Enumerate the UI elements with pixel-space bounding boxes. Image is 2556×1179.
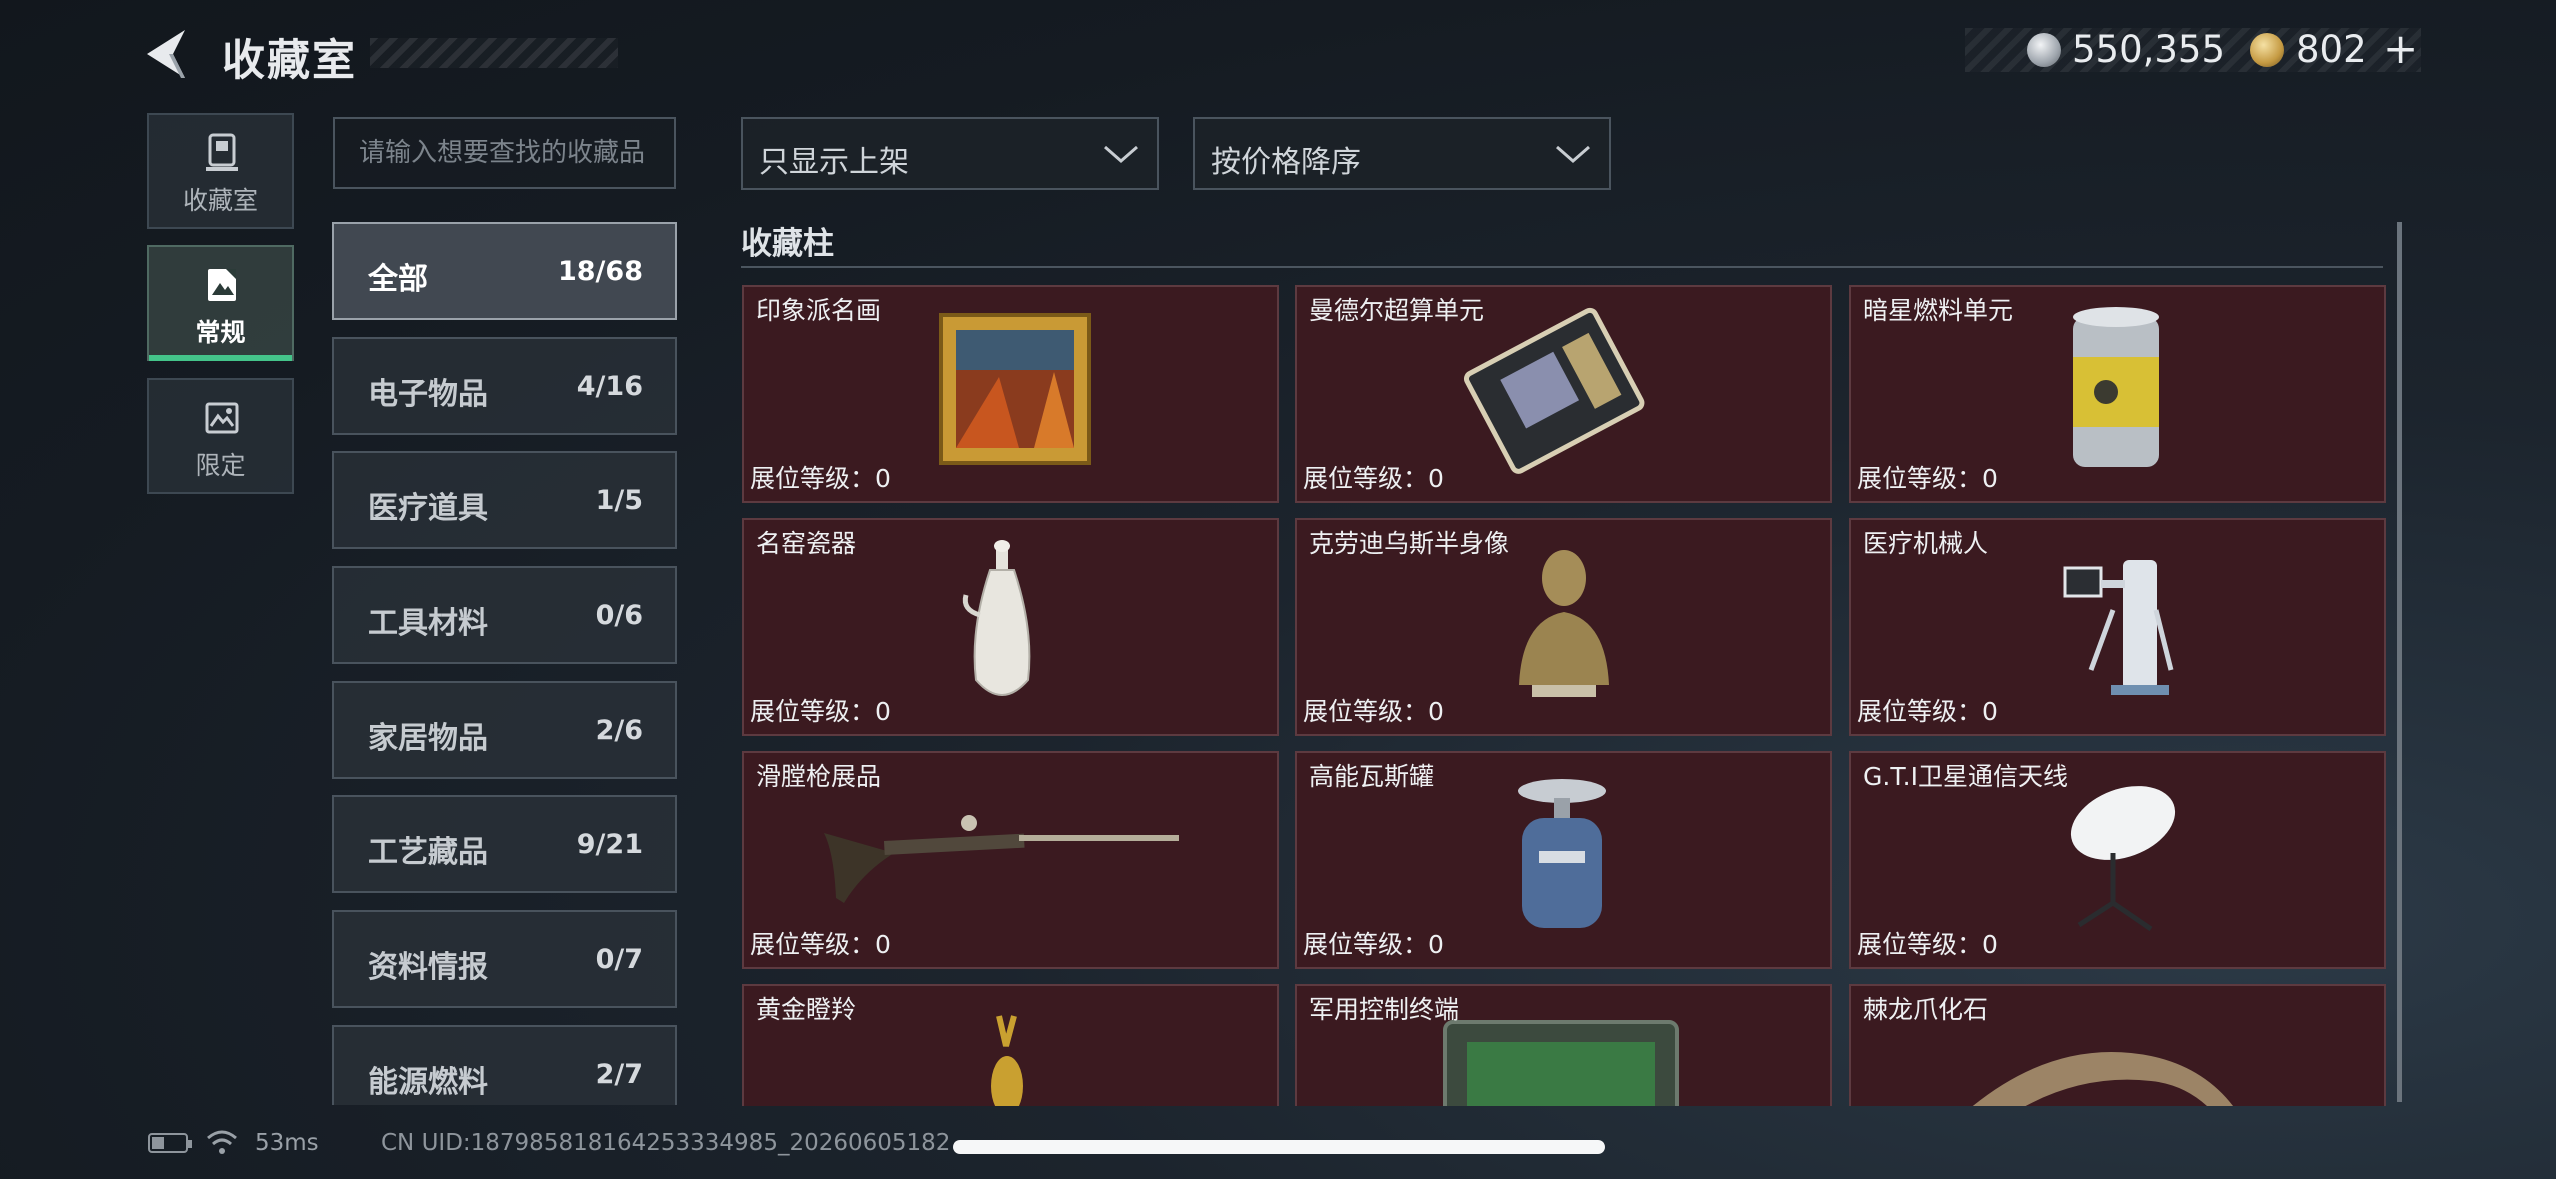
item-level: 展位等级：0 (1303, 930, 1444, 959)
scrollbar[interactable] (2397, 222, 2402, 1102)
category-name: 能源燃料 (368, 1065, 488, 1100)
divider (741, 266, 2383, 268)
category-count: 9/21 (576, 829, 643, 860)
category-name: 资料情报 (368, 950, 488, 985)
item-card[interactable]: 暗星燃料单元 展位等级：0 (1849, 285, 2386, 503)
item-name: 曼德尔超算单元 (1309, 296, 1485, 325)
item-name: G.T.I卫星通信天线 (1863, 762, 2068, 791)
sort-dropdown[interactable]: 按价格降序 (1193, 117, 1611, 190)
category-name: 医疗道具 (368, 491, 488, 526)
category-tools[interactable]: 工具材料 0/6 (332, 566, 677, 664)
chevron-down-icon (1556, 145, 1590, 163)
item-level: 展位等级：0 (750, 930, 891, 959)
category-count: 2/7 (595, 1059, 643, 1090)
category-count: 18/68 (557, 256, 643, 287)
item-name: 黄金瞪羚 (756, 995, 857, 1024)
category-electronics[interactable]: 电子物品 4/16 (332, 337, 677, 435)
item-card[interactable]: G.T.I卫星通信天线 展位等级：0 (1849, 751, 2386, 969)
item-card[interactable]: 高能瓦斯罐 展位等级：0 (1295, 751, 1832, 969)
item-name: 滑膛枪展品 (756, 762, 882, 791)
item-card[interactable]: 黄金瞪羚 (742, 984, 1279, 1106)
item-name: 医疗机械人 (1863, 529, 1989, 558)
item-card[interactable]: 印象派名画 展位等级：0 (742, 285, 1279, 503)
category-energy[interactable]: 能源燃料 2/7 (332, 1025, 677, 1105)
category-intel[interactable]: 资料情报 0/7 (332, 910, 677, 1008)
category-count: 0/6 (595, 600, 643, 631)
chevron-down-icon (1104, 145, 1138, 163)
category-list: 全部 18/68 电子物品 4/16 医疗道具 1/5 工具材料 0/6 家居物… (0, 0, 760, 1105)
wifi-icon (207, 1130, 237, 1154)
dropdown-value: 按价格降序 (1211, 145, 1361, 180)
category-medical[interactable]: 医疗道具 1/5 (332, 451, 677, 549)
dropdown-value: 只显示上架 (759, 145, 909, 180)
item-card[interactable]: 军用控制终端 (1295, 984, 1832, 1106)
item-card[interactable]: 医疗机械人 展位等级：0 (1849, 518, 2386, 736)
silver-balance: 550,355 (2072, 28, 2226, 71)
item-name: 印象派名画 (756, 296, 882, 325)
category-count: 4/16 (576, 371, 643, 402)
item-name: 暗星燃料单元 (1863, 296, 2014, 325)
home-indicator[interactable] (953, 1140, 1605, 1154)
item-name: 名窑瓷器 (756, 529, 857, 558)
item-name: 军用控制终端 (1309, 995, 1460, 1024)
cabinet-grid: 印象派名画 展位等级：0 曼德尔超算单元 展位等级：0 暗星燃料单元 展位等级：… (740, 284, 2390, 1106)
user-uid: CN UID:187985818164253334985_20260605182 (381, 1130, 951, 1156)
category-count: 0/7 (595, 944, 643, 975)
silver-coin-icon (2027, 33, 2061, 67)
cabinet-title: 收藏柱 (741, 226, 834, 262)
item-level: 展位等级：0 (1857, 930, 1998, 959)
display-filter-dropdown[interactable]: 只显示上架 (741, 117, 1159, 190)
item-card[interactable]: 名窑瓷器 展位等级：0 (742, 518, 1279, 736)
gold-balance: 802 (2296, 28, 2367, 71)
category-name: 全部 (368, 262, 428, 297)
item-level: 展位等级：0 (1303, 464, 1444, 493)
category-name: 工艺藏品 (368, 835, 488, 870)
item-level: 展位等级：0 (750, 697, 891, 726)
category-crafts[interactable]: 工艺藏品 9/21 (332, 795, 677, 893)
item-level: 展位等级：0 (750, 464, 891, 493)
category-name: 工具材料 (368, 606, 488, 641)
item-level: 展位等级：0 (1857, 464, 1998, 493)
item-card[interactable]: 曼德尔超算单元 展位等级：0 (1295, 285, 1832, 503)
item-name: 克劳迪乌斯半身像 (1309, 529, 1510, 558)
category-name: 家居物品 (368, 721, 488, 756)
add-currency-button[interactable]: + (2383, 24, 2418, 73)
category-count: 2/6 (595, 715, 643, 746)
category-name: 电子物品 (368, 377, 488, 412)
item-card[interactable]: 克劳迪乌斯半身像 展位等级：0 (1295, 518, 1832, 736)
network-latency: 53ms (255, 1130, 319, 1156)
item-card[interactable]: 棘龙爪化石 (1849, 984, 2386, 1106)
currency-bar: 550,355 802 + (1965, 24, 2421, 73)
category-all[interactable]: 全部 18/68 (332, 222, 677, 320)
category-household[interactable]: 家居物品 2/6 (332, 681, 677, 779)
item-level: 展位等级：0 (1303, 697, 1444, 726)
item-name: 高能瓦斯罐 (1309, 762, 1435, 791)
category-count: 1/5 (595, 485, 643, 516)
item-card[interactable]: 滑膛枪展品 展位等级：0 (742, 751, 1279, 969)
item-name: 棘龙爪化石 (1863, 995, 1989, 1024)
battery-icon (148, 1133, 192, 1153)
item-level: 展位等级：0 (1857, 697, 1998, 726)
gold-coin-icon (2250, 33, 2284, 67)
